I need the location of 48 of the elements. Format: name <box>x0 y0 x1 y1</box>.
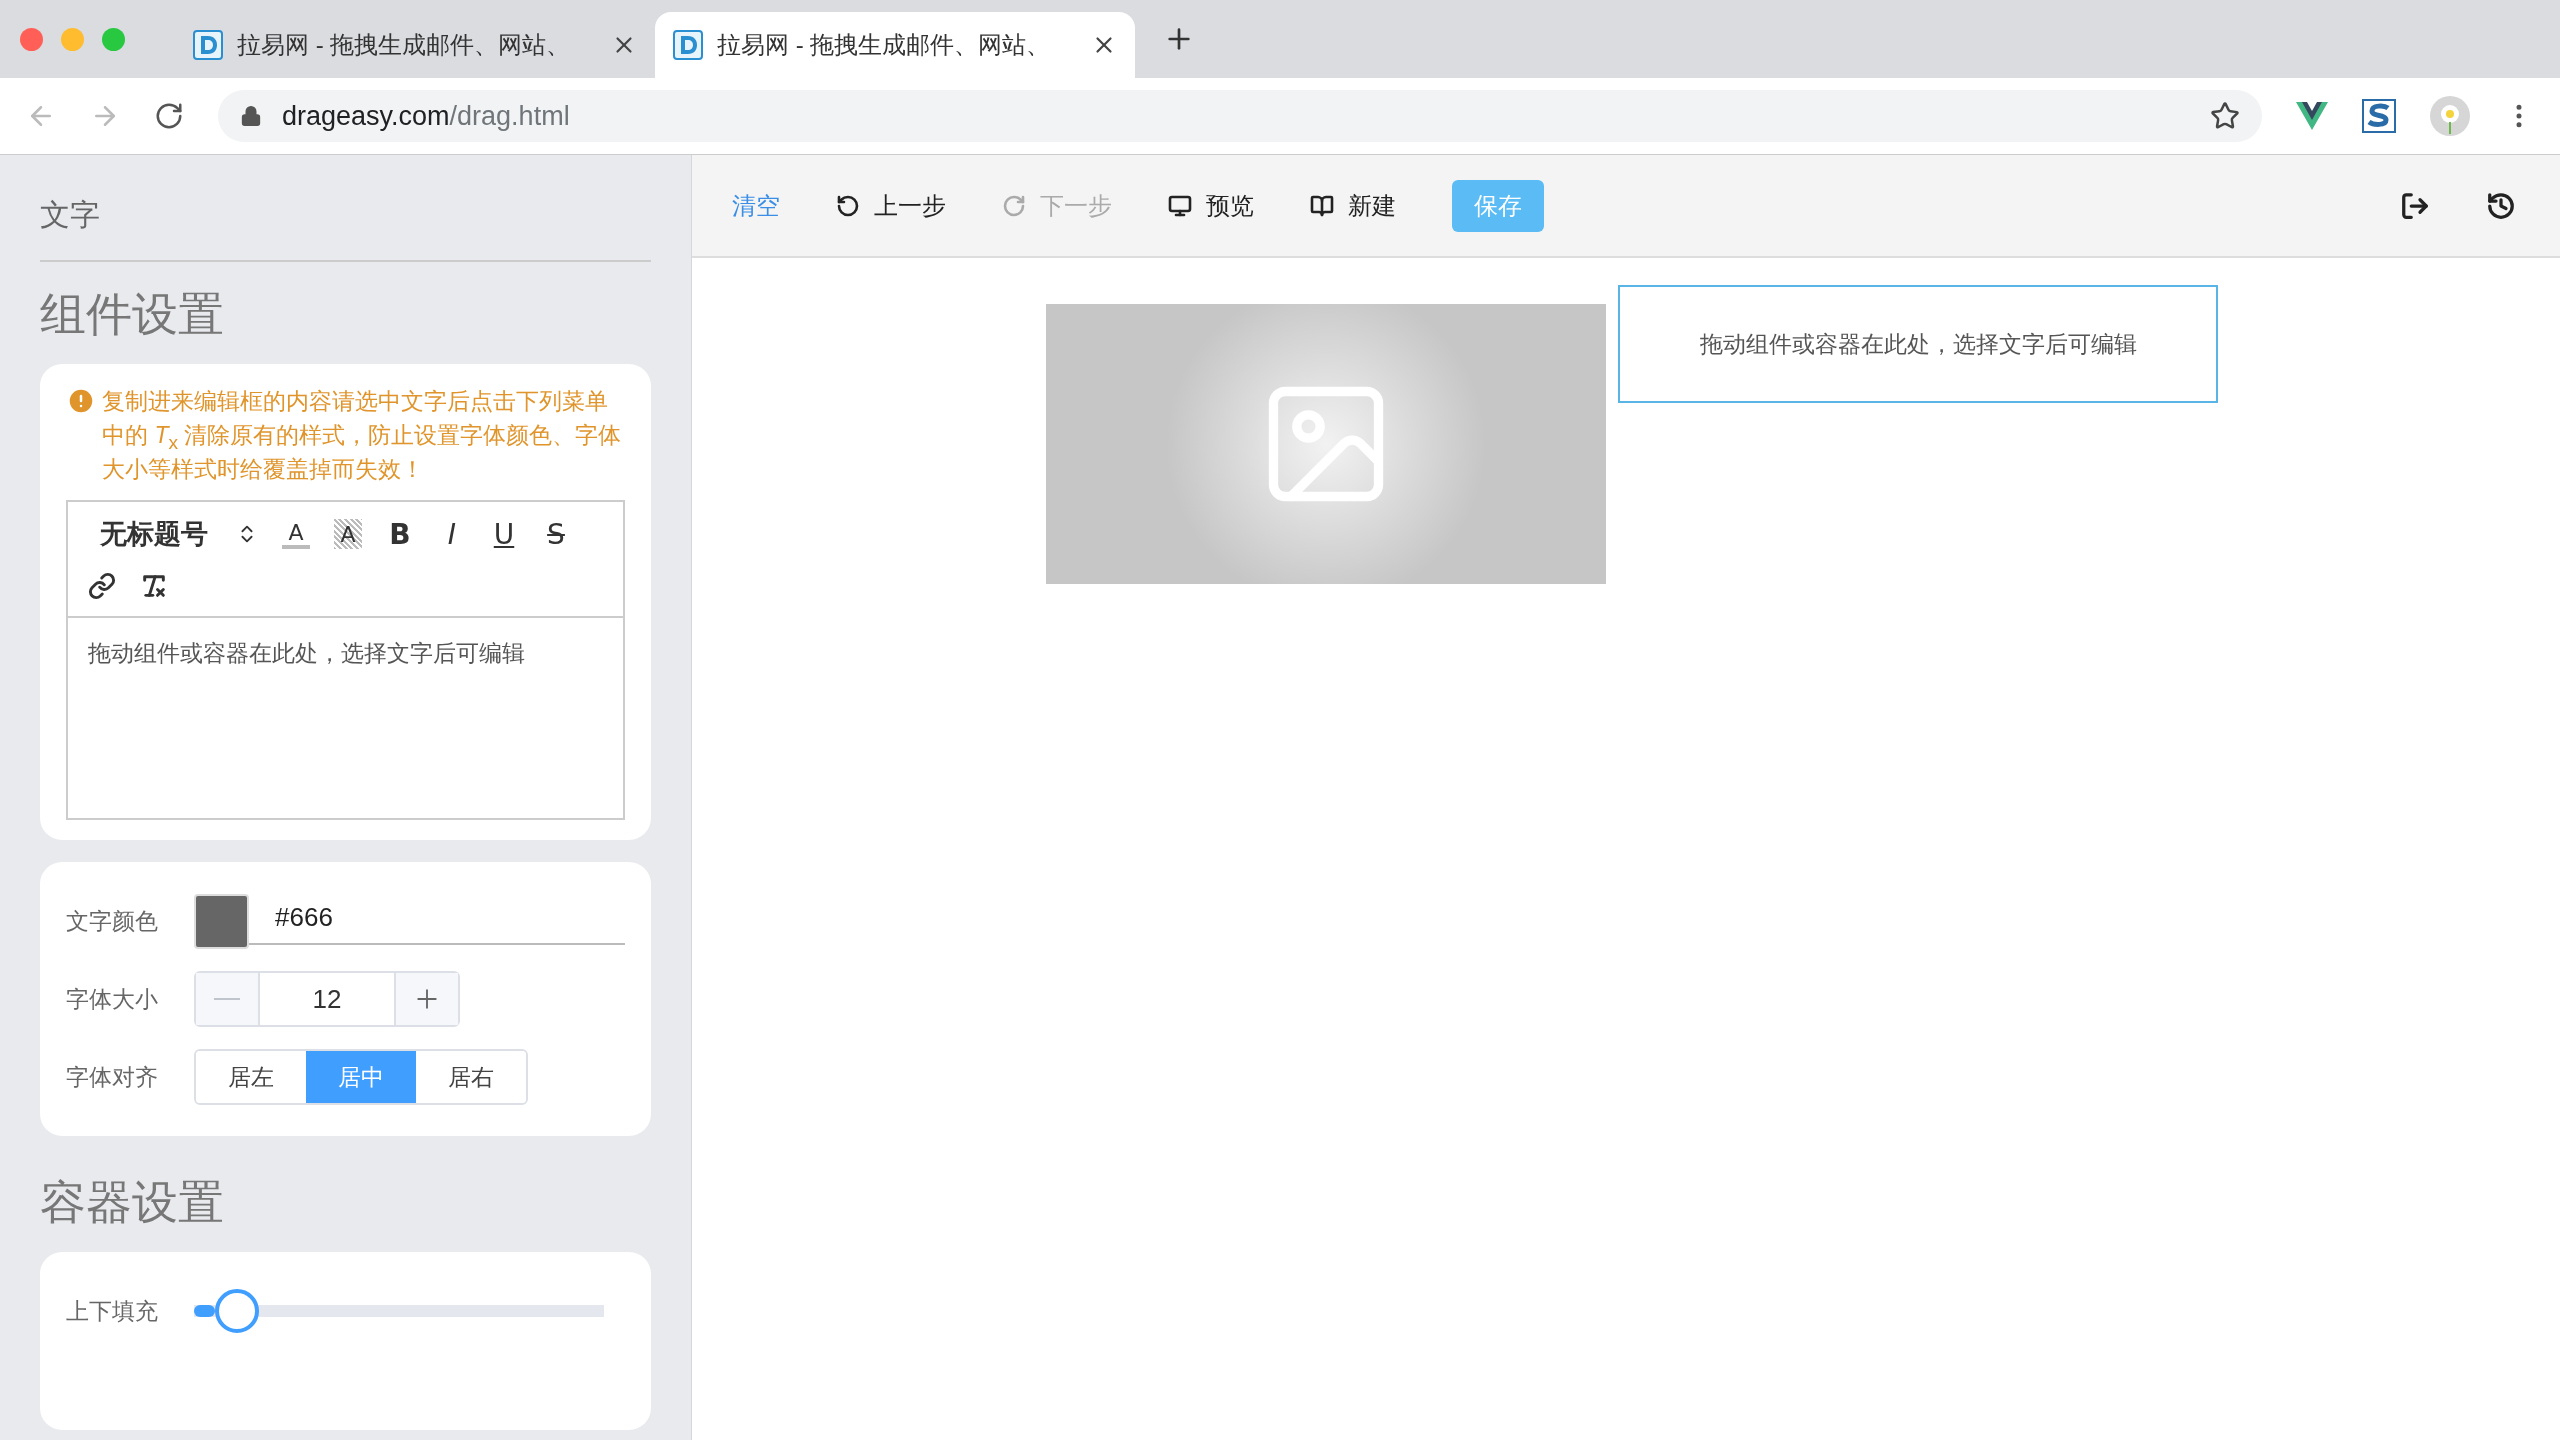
bookmark-star-icon[interactable] <box>2210 101 2240 131</box>
section-label: 文字 <box>40 155 651 262</box>
undo-icon <box>836 193 860 218</box>
browser-tab[interactable]: 拉易网 - 拖拽生成邮件、网站、 <box>175 12 655 78</box>
maximize-window-dot[interactable] <box>102 27 125 51</box>
monitor-icon <box>1168 193 1192 218</box>
field-label: 文字颜色 <box>66 906 159 936</box>
slider-thumb[interactable] <box>215 1289 259 1333</box>
field-label: 字体对齐 <box>66 1062 159 1092</box>
s-extension-icon[interactable] <box>2362 99 2396 133</box>
color-input-field[interactable]: #666 <box>249 897 625 945</box>
exit-button[interactable] <box>2400 190 2430 221</box>
redo-icon <box>1002 193 1026 218</box>
v-extension-icon[interactable] <box>2296 102 2328 130</box>
bold-button[interactable]: B <box>386 516 414 552</box>
url-text: drageasy.com/drag.html <box>282 100 571 132</box>
lock-icon <box>240 105 262 127</box>
warning-text: 复制进来编辑框的内容请选中文字后点击下列菜单中的 T$_{x}$ 清除原有的样式，防止设置字体颜色、字体大小等样式时给覆盖掉而失效！ <box>102 387 623 484</box>
color-button[interactable]: A <box>282 519 310 549</box>
underline-button[interactable]: U <box>490 516 518 552</box>
section-heading: 组件设置 <box>40 287 225 342</box>
minimize-window-dot[interactable] <box>61 27 84 51</box>
text-block[interactable]: 拖动组件或容器在此处，选择文字后可编辑 <box>1618 285 2218 403</box>
tab-title: 拉易网 - 拖拽生成邮件、网站、 <box>717 30 1052 60</box>
reload-icon[interactable] <box>154 101 184 131</box>
browser-tab[interactable]: 拉易网 - 拖拽生成邮件、网站、 <box>655 12 1135 78</box>
address-bar[interactable]: drageasy.com/drag.html <box>218 90 2262 142</box>
book-icon <box>1310 193 1334 218</box>
undo-button[interactable]: 上一步 <box>836 189 946 222</box>
color-swatch[interactable] <box>194 893 249 949</box>
increase-button[interactable] <box>396 973 458 1025</box>
close-window-dot[interactable] <box>20 27 43 51</box>
preview-button[interactable]: 预览 <box>1168 189 1254 222</box>
section-heading: 容器设置 <box>40 1175 225 1230</box>
header-select[interactable]: 无标题号 <box>88 516 258 552</box>
editor-text[interactable]: 拖动组件或容器在此处，选择文字后可编辑 <box>68 618 623 818</box>
field-label: 字体大小 <box>66 984 159 1014</box>
favicon-icon <box>673 30 703 60</box>
background-button[interactable]: A <box>334 519 362 549</box>
history-button[interactable] <box>2486 190 2516 221</box>
favicon-icon <box>193 30 223 60</box>
warning-icon <box>66 386 96 416</box>
italic-button[interactable]: I <box>438 516 466 552</box>
tab-title: 拉易网 - 拖拽生成邮件、网站、 <box>237 30 572 60</box>
new-button[interactable]: 新建 <box>1310 189 1396 222</box>
strike-button[interactable]: S <box>542 516 570 552</box>
field-label: 上下填充 <box>66 1296 159 1326</box>
minus-icon <box>214 998 240 1000</box>
